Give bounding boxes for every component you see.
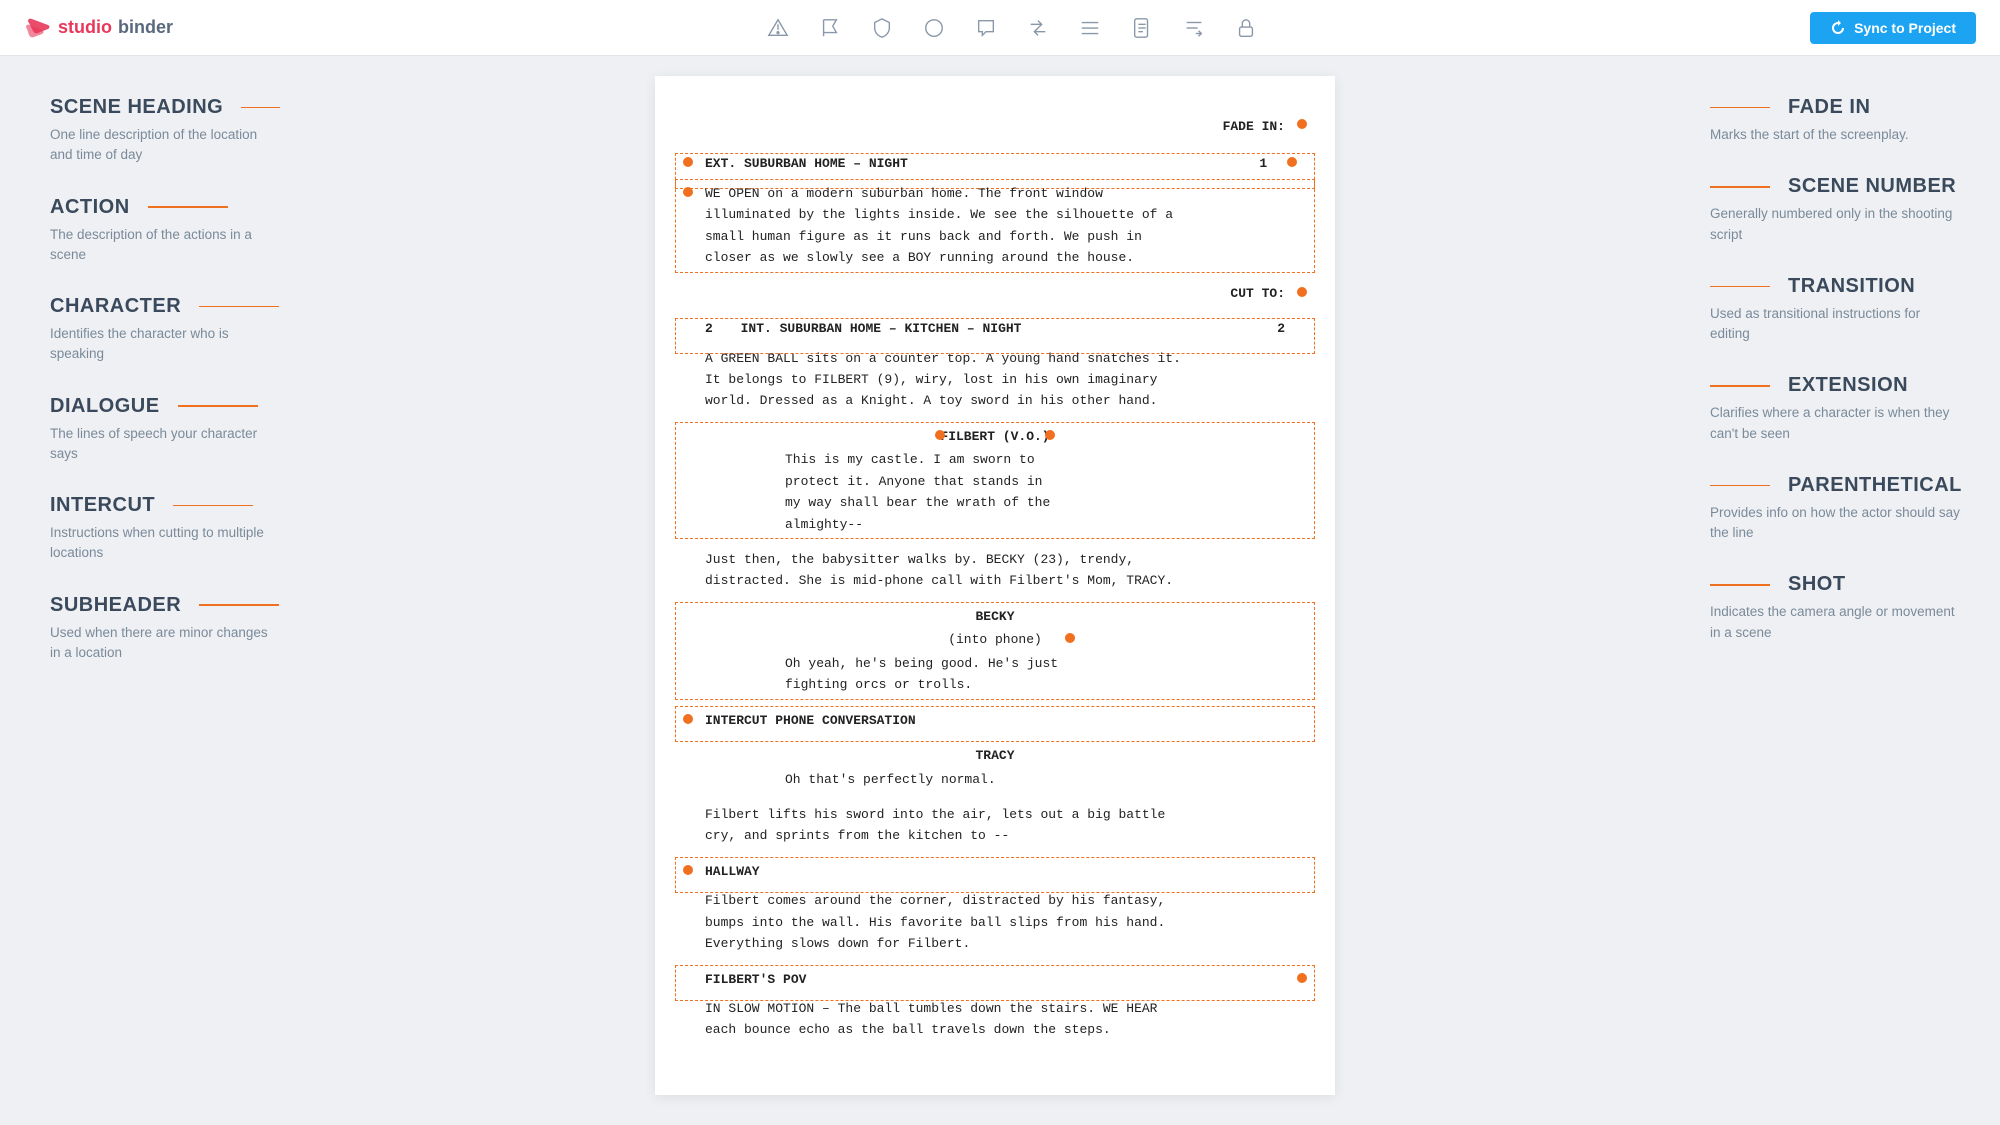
left-sidebar: SCENE HEADING One line description of th… (0, 56, 310, 1125)
sidebar-item-action: ACTION The description of the actions in… (50, 196, 280, 266)
dialogue1: This is my castle. I am sworn toprotect … (785, 449, 1205, 535)
logo: studio binder (24, 17, 173, 39)
char2-line: BECKY (705, 606, 1285, 627)
dot-shot (1297, 973, 1307, 983)
flag-icon[interactable] (818, 16, 842, 40)
right-title-extension: EXTENSION (1710, 374, 1960, 397)
right-desc-extension: Clarifies where a character is when they… (1710, 403, 1960, 444)
scene2-action: A GREEN BALL sits on a counter top. A yo… (705, 348, 1285, 412)
scene1-action: WE OPEN on a modern suburban home. The f… (705, 183, 1285, 269)
dot-subheader (683, 865, 693, 875)
sidebar-title-intercut: INTERCUT (50, 494, 280, 517)
circle-icon[interactable] (922, 16, 946, 40)
right-item-fade-in: FADE IN Marks the start of the screenpla… (1710, 96, 1960, 145)
paren1-line: (into phone) (705, 629, 1285, 650)
sidebar-title-character: CHARACTER (50, 295, 280, 318)
dot-char1-left (935, 430, 945, 440)
sidebar-desc-dialogue: The lines of speech your character says (50, 424, 280, 465)
right-title-scene-number: SCENE NUMBER (1710, 175, 1960, 198)
scene2-heading: 2 INT. SUBURBAN HOME – KITCHEN – NIGHT 2 (705, 318, 1285, 339)
right-item-shot: SHOT Indicates the camera angle or movem… (1710, 573, 1960, 643)
document-icon[interactable] (1130, 16, 1154, 40)
sidebar-title-scene-heading: SCENE HEADING (50, 96, 280, 119)
sidebar-item-character: CHARACTER Identifies the character who i… (50, 295, 280, 365)
action3: Filbert lifts his sword into the air, le… (705, 804, 1285, 847)
sidebar-item-subheader: SUBHEADER Used when there are minor chan… (50, 594, 280, 664)
list-icon[interactable] (1078, 16, 1102, 40)
dot-fade-in (1297, 119, 1307, 129)
right-item-parenthetical: PARENTHETICAL Provides info on how the a… (1710, 474, 1960, 544)
sidebar-desc-character: Identifies the character who is speaking (50, 324, 280, 365)
scene1-heading: EXT. SUBURBAN HOME – NIGHT 1 (705, 153, 1285, 174)
sidebar-item-dialogue: DIALOGUE The lines of speech your charac… (50, 395, 280, 465)
script-page: FADE IN: EXT. SUBURBAN HOME – NIGHT 1 (655, 76, 1335, 1095)
shield-icon[interactable] (870, 16, 894, 40)
scenes-icon[interactable] (766, 16, 790, 40)
subheader-line: HALLWAY (705, 861, 1285, 882)
dot-scene1-action (683, 187, 693, 197)
sidebar-item-intercut: INTERCUT Instructions when cutting to mu… (50, 494, 280, 564)
main-layout: SCENE HEADING One line description of th… (0, 56, 2000, 1125)
comment-icon[interactable] (974, 16, 998, 40)
dot-scene1-right (1287, 157, 1297, 167)
right-title-parenthetical: PARENTHETICAL (1710, 474, 1960, 497)
action5: IN SLOW MOTION – The ball tumbles down t… (705, 998, 1285, 1041)
sort-icon[interactable] (1182, 16, 1206, 40)
right-desc-scene-number: Generally numbered only in the shooting … (1710, 204, 1960, 245)
logo-studio: studio (58, 17, 112, 38)
lock-icon[interactable] (1234, 16, 1258, 40)
dot-scene1-left (683, 157, 693, 167)
sidebar-item-scene-heading: SCENE HEADING One line description of th… (50, 96, 280, 166)
dot-paren (1065, 633, 1075, 643)
char3-line: TRACY (705, 745, 1285, 766)
dialogue2: Oh yeah, he's being good. He's justfight… (785, 653, 1205, 696)
action2: Just then, the babysitter walks by. BECK… (705, 549, 1285, 592)
right-desc-shot: Indicates the camera angle or movement i… (1710, 602, 1960, 643)
sidebar-title-subheader: SUBHEADER (50, 594, 280, 617)
script-area: FADE IN: EXT. SUBURBAN HOME – NIGHT 1 (310, 56, 1680, 1125)
sync-button[interactable]: Sync to Project (1810, 12, 1976, 44)
transition-line: CUT TO: (705, 283, 1285, 304)
dot-transition (1297, 287, 1307, 297)
right-item-extension: EXTENSION Clarifies where a character is… (1710, 374, 1960, 444)
sidebar-desc-subheader: Used when there are minor changes in a l… (50, 623, 280, 664)
sidebar-title-dialogue: DIALOGUE (50, 395, 280, 418)
sidebar-desc-action: The description of the actions in a scen… (50, 225, 280, 266)
right-item-scene-number: SCENE NUMBER Generally numbered only in … (1710, 175, 1960, 245)
dot-char1-right (1045, 430, 1055, 440)
sidebar-desc-scene-heading: One line description of the location and… (50, 125, 280, 166)
right-desc-fade-in: Marks the start of the screenplay. (1710, 125, 1960, 145)
char1-line: FILBERT (V.O.) (705, 426, 1285, 447)
dialogue3: Oh that's perfectly normal. (785, 769, 1205, 790)
fade-in-line: FADE IN: (705, 116, 1285, 137)
action4: Filbert comes around the corner, distrac… (705, 890, 1285, 954)
right-title-transition: TRANSITION (1710, 275, 1960, 298)
right-title-shot: SHOT (1710, 573, 1960, 596)
dot-intercut (683, 714, 693, 724)
sidebar-desc-intercut: Instructions when cutting to multiple lo… (50, 523, 280, 564)
right-item-transition: TRANSITION Used as transitional instruct… (1710, 275, 1960, 345)
nav-icons (213, 16, 1810, 40)
sidebar-title-action: ACTION (50, 196, 280, 219)
right-desc-parenthetical: Provides info on how the actor should sa… (1710, 503, 1960, 544)
right-sidebar: FADE IN Marks the start of the screenpla… (1680, 56, 2000, 1125)
right-desc-transition: Used as transitional instructions for ed… (1710, 304, 1960, 345)
shot-line: FILBERT'S POV (705, 969, 1285, 990)
intercut-line: INTERCUT PHONE CONVERSATION (705, 710, 1285, 731)
swap-icon[interactable] (1026, 16, 1050, 40)
topnav: studio binder (0, 0, 2000, 56)
right-title-fade-in: FADE IN (1710, 96, 1960, 119)
logo-binder: binder (118, 17, 173, 38)
